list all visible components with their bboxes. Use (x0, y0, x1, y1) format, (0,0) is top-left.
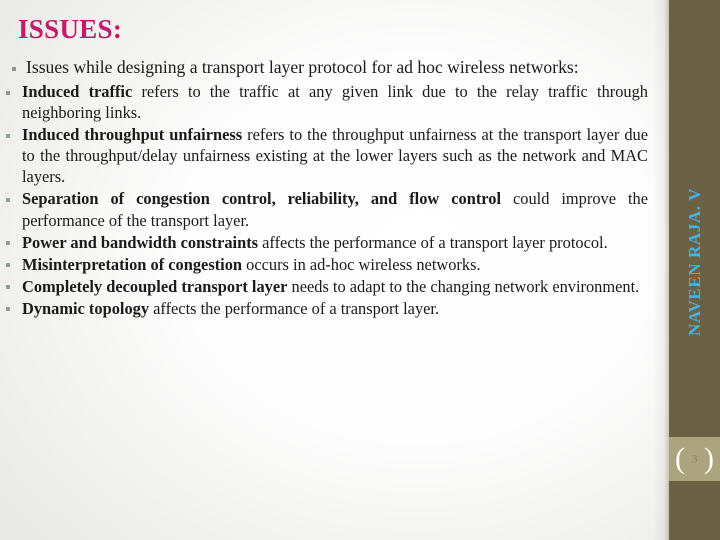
slide-body: Issues while designing a transport layer… (0, 56, 668, 540)
item-description: needs to adapt to the changing network e… (287, 276, 640, 296)
bullet-marker-icon (6, 241, 10, 246)
item-term: Induced throughput unfairness (22, 125, 243, 145)
item-term: Power and bandwidth constraints (22, 232, 259, 252)
item-description: affects the performance of a transport l… (258, 232, 608, 252)
bullet-marker-icon (6, 197, 10, 202)
item-term: Misinterpretation of congestion (22, 254, 243, 274)
list-item: Dynamic topology affects the performance… (0, 298, 668, 319)
list-item: Misinterpretation of congestion occurs i… (0, 254, 668, 275)
bullet-marker-icon (6, 263, 10, 268)
list-item: Induced traffic refers to the traffic at… (0, 81, 668, 123)
list-item: Completely decoupled transport layer nee… (0, 276, 668, 297)
bullet-marker-icon (6, 307, 10, 312)
item-term: Completely decoupled transport layer (22, 276, 288, 296)
intro-text: Issues while designing a transport layer… (26, 57, 579, 77)
item-term: Separation of congestion control, reliab… (22, 189, 502, 209)
bullet-marker-icon (6, 133, 10, 138)
bullet-marker-icon (12, 66, 16, 71)
bullet-list-level1: Issues while designing a transport layer… (0, 56, 668, 79)
item-term: Induced traffic (22, 82, 133, 102)
list-item: Power and bandwidth constraints affects … (0, 232, 668, 253)
page-title: ISSUES: (18, 14, 123, 44)
slide: ISSUES: Issues while designing a transpo… (0, 0, 720, 540)
bullet-marker-icon (6, 285, 10, 290)
bullet-list-level2: Induced traffic refers to the traffic at… (0, 81, 668, 319)
sidebar: NAVEEN RAJA. V ( 3 ) (669, 0, 720, 540)
author-name: NAVEEN RAJA. V (684, 187, 704, 337)
page-number-badge: ( 3 ) (669, 437, 720, 481)
item-description: occurs in ad-hoc wireless networks. (242, 254, 481, 274)
bullet-marker-icon (6, 90, 10, 95)
list-item: Separation of congestion control, reliab… (0, 188, 668, 230)
item-term: Dynamic topology (22, 298, 150, 318)
item-description: affects the performance of a transport l… (149, 298, 440, 318)
list-item-intro: Issues while designing a transport layer… (0, 56, 668, 79)
right-bracket-icon: ) (704, 442, 714, 475)
list-item: Induced throughput unfairness refers to … (0, 124, 668, 187)
